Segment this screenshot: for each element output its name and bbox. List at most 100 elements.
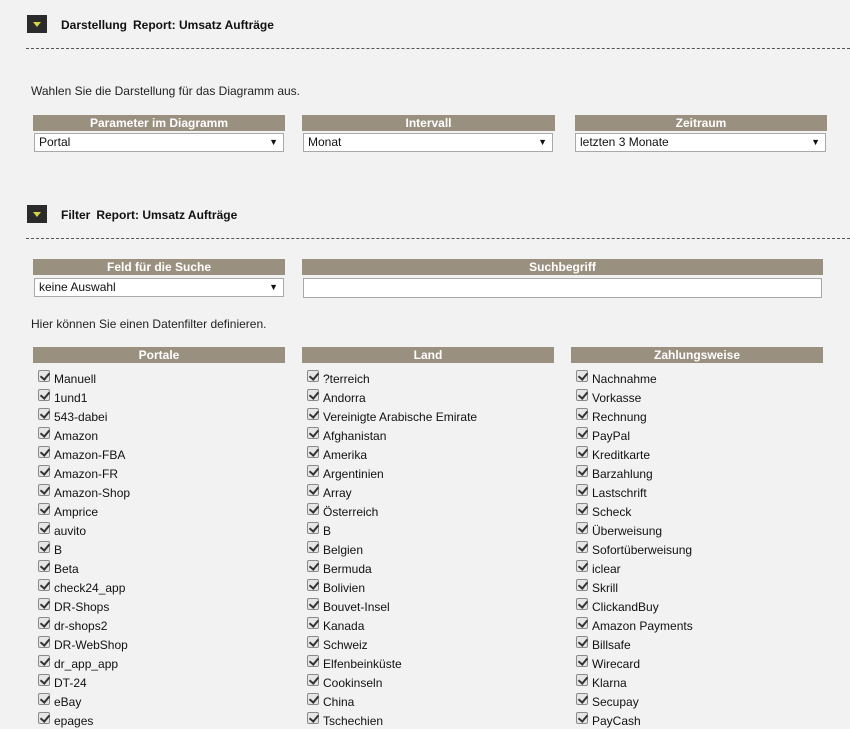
checkbox-item[interactable]: Amazon Payments — [576, 615, 693, 634]
checkbox-checked-icon[interactable] — [576, 711, 588, 724]
checkbox-checked-icon[interactable] — [576, 616, 588, 629]
checkbox-checked-icon[interactable] — [38, 445, 50, 458]
intervall-select[interactable]: Monat ▼ — [303, 133, 553, 152]
checkbox-checked-icon[interactable] — [307, 692, 319, 705]
checkbox-item[interactable]: B — [38, 539, 130, 558]
checkbox-item[interactable]: Beta — [38, 558, 130, 577]
suchbegriff-input[interactable] — [303, 278, 822, 298]
checkbox-checked-icon[interactable] — [576, 388, 588, 401]
checkbox-item[interactable]: Belgien — [307, 539, 477, 558]
checkbox-checked-icon[interactable] — [38, 502, 50, 515]
checkbox-item[interactable]: Argentinien — [307, 463, 477, 482]
checkbox-item[interactable]: Kreditkarte — [576, 444, 693, 463]
collapse-toggle-icon[interactable] — [27, 205, 47, 223]
checkbox-checked-icon[interactable] — [307, 445, 319, 458]
checkbox-item[interactable]: DR-WebShop — [38, 634, 130, 653]
checkbox-checked-icon[interactable] — [576, 426, 588, 439]
checkbox-checked-icon[interactable] — [576, 407, 588, 420]
checkbox-item[interactable]: Nachnahme — [576, 368, 693, 387]
checkbox-item[interactable]: PayCash — [576, 710, 693, 729]
zeitraum-select[interactable]: letzten 3 Monate ▼ — [575, 133, 826, 152]
checkbox-item[interactable]: Vereinigte Arabische Emirate — [307, 406, 477, 425]
checkbox-checked-icon[interactable] — [307, 521, 319, 534]
checkbox-item[interactable]: Billsafe — [576, 634, 693, 653]
checkbox-checked-icon[interactable] — [307, 578, 319, 591]
checkbox-item[interactable]: Andorra — [307, 387, 477, 406]
checkbox-item[interactable]: dr-shops2 — [38, 615, 130, 634]
checkbox-checked-icon[interactable] — [576, 540, 588, 553]
checkbox-checked-icon[interactable] — [38, 521, 50, 534]
checkbox-checked-icon[interactable] — [307, 540, 319, 553]
collapse-toggle-icon[interactable] — [27, 15, 47, 33]
checkbox-checked-icon[interactable] — [307, 483, 319, 496]
checkbox-checked-icon[interactable] — [576, 464, 588, 477]
checkbox-item[interactable]: eBay — [38, 691, 130, 710]
checkbox-item[interactable]: epages — [38, 710, 130, 729]
checkbox-item[interactable]: Amprice — [38, 501, 130, 520]
checkbox-checked-icon[interactable] — [576, 692, 588, 705]
checkbox-checked-icon[interactable] — [38, 540, 50, 553]
checkbox-item[interactable]: Scheck — [576, 501, 693, 520]
checkbox-checked-icon[interactable] — [307, 673, 319, 686]
checkbox-checked-icon[interactable] — [307, 407, 319, 420]
checkbox-checked-icon[interactable] — [38, 369, 50, 382]
checkbox-item[interactable]: ?terreich — [307, 368, 477, 387]
checkbox-checked-icon[interactable] — [38, 692, 50, 705]
checkbox-checked-icon[interactable] — [307, 559, 319, 572]
checkbox-checked-icon[interactable] — [38, 464, 50, 477]
checkbox-item[interactable]: Tschechien — [307, 710, 477, 729]
checkbox-checked-icon[interactable] — [307, 369, 319, 382]
checkbox-item[interactable]: B — [307, 520, 477, 539]
checkbox-checked-icon[interactable] — [576, 521, 588, 534]
checkbox-item[interactable]: iclear — [576, 558, 693, 577]
checkbox-item[interactable]: 543-dabei — [38, 406, 130, 425]
checkbox-item[interactable]: Amazon-Shop — [38, 482, 130, 501]
checkbox-item[interactable]: DT-24 — [38, 672, 130, 691]
checkbox-checked-icon[interactable] — [38, 426, 50, 439]
checkbox-item[interactable]: Sofortüberweisung — [576, 539, 693, 558]
checkbox-item[interactable]: Bermuda — [307, 558, 477, 577]
checkbox-checked-icon[interactable] — [38, 654, 50, 667]
checkbox-checked-icon[interactable] — [576, 502, 588, 515]
checkbox-checked-icon[interactable] — [38, 483, 50, 496]
checkbox-item[interactable]: China — [307, 691, 477, 710]
checkbox-checked-icon[interactable] — [307, 654, 319, 667]
checkbox-item[interactable]: Amerika — [307, 444, 477, 463]
checkbox-checked-icon[interactable] — [576, 673, 588, 686]
checkbox-item[interactable]: Bouvet-Insel — [307, 596, 477, 615]
checkbox-item[interactable]: Amazon-FR — [38, 463, 130, 482]
checkbox-item[interactable]: Array — [307, 482, 477, 501]
checkbox-checked-icon[interactable] — [576, 597, 588, 610]
checkbox-checked-icon[interactable] — [38, 578, 50, 591]
feld-select[interactable]: keine Auswahl ▼ — [34, 278, 284, 297]
checkbox-checked-icon[interactable] — [307, 426, 319, 439]
checkbox-checked-icon[interactable] — [576, 635, 588, 648]
checkbox-item[interactable]: Klarna — [576, 672, 693, 691]
checkbox-checked-icon[interactable] — [38, 388, 50, 401]
checkbox-item[interactable]: 1und1 — [38, 387, 130, 406]
checkbox-item[interactable]: Wirecard — [576, 653, 693, 672]
checkbox-item[interactable]: Kanada — [307, 615, 477, 634]
checkbox-item[interactable]: Lastschrift — [576, 482, 693, 501]
checkbox-item[interactable]: Amazon-FBA — [38, 444, 130, 463]
checkbox-item[interactable]: Vorkasse — [576, 387, 693, 406]
checkbox-checked-icon[interactable] — [576, 559, 588, 572]
checkbox-checked-icon[interactable] — [576, 578, 588, 591]
checkbox-checked-icon[interactable] — [307, 502, 319, 515]
checkbox-checked-icon[interactable] — [38, 673, 50, 686]
checkbox-checked-icon[interactable] — [307, 711, 319, 724]
checkbox-checked-icon[interactable] — [38, 711, 50, 724]
checkbox-item[interactable]: Amazon — [38, 425, 130, 444]
checkbox-checked-icon[interactable] — [576, 483, 588, 496]
checkbox-item[interactable]: Rechnung — [576, 406, 693, 425]
checkbox-item[interactable]: DR-Shops — [38, 596, 130, 615]
checkbox-item[interactable]: Secupay — [576, 691, 693, 710]
checkbox-checked-icon[interactable] — [307, 635, 319, 648]
parameter-select[interactable]: Portal ▼ — [34, 133, 284, 152]
checkbox-checked-icon[interactable] — [38, 616, 50, 629]
checkbox-checked-icon[interactable] — [38, 407, 50, 420]
checkbox-item[interactable]: PayPal — [576, 425, 693, 444]
checkbox-item[interactable]: auvito — [38, 520, 130, 539]
checkbox-checked-icon[interactable] — [38, 597, 50, 610]
checkbox-checked-icon[interactable] — [576, 445, 588, 458]
